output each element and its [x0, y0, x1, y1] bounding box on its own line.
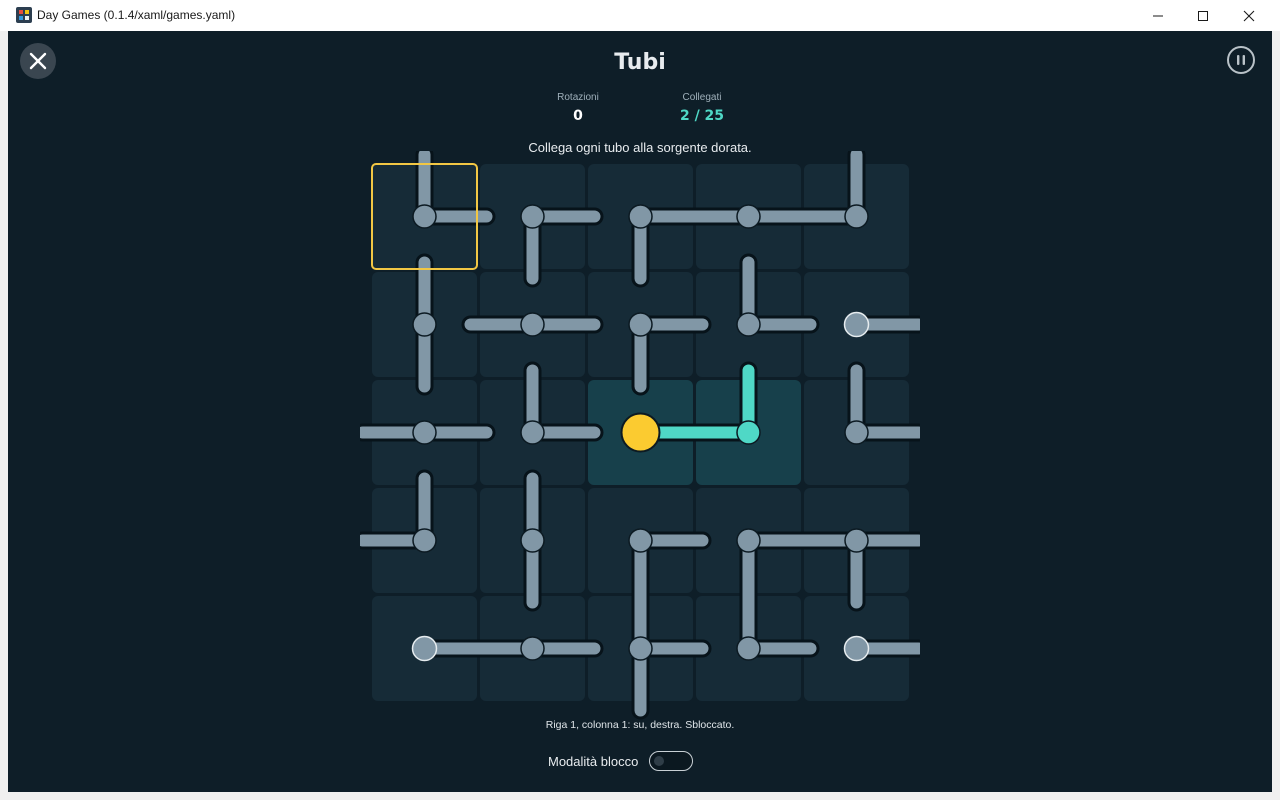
minimize-button[interactable]	[1135, 0, 1181, 31]
title-bar: Day Games (0.1.4/xaml/games.yaml)	[0, 0, 1280, 31]
golden-source	[620, 412, 661, 453]
minimize-icon	[1153, 15, 1163, 16]
toggle-knob	[654, 755, 665, 766]
pipe-hub	[520, 420, 545, 445]
pipe-hub	[736, 312, 761, 337]
pipe-hub	[736, 420, 761, 445]
window-title: Day Games (0.1.4/xaml/games.yaml)	[37, 8, 236, 22]
pipe-hub	[628, 204, 653, 229]
pipe-hub	[520, 528, 545, 553]
maximize-icon	[1198, 10, 1208, 21]
pipe-hub	[412, 420, 437, 445]
pipe-hub	[628, 636, 653, 661]
connected-label: Collegati	[682, 92, 722, 103]
pipe-endpoint	[411, 635, 438, 662]
pipe-hub	[520, 312, 545, 337]
pipe-endpoint	[843, 635, 870, 662]
game-area: Tubi Rotazioni 0 Collegati 2 / 25 Colleg…	[8, 31, 1272, 792]
pipe-hub	[736, 528, 761, 553]
rotations-stat: Rotazioni 0	[538, 92, 618, 124]
lock-mode-toggle[interactable]	[649, 751, 694, 771]
lock-mode-label: Modalità blocco	[548, 753, 639, 769]
close-window-button[interactable]	[1226, 0, 1272, 31]
pipe-board	[360, 151, 920, 720]
app-icon	[16, 7, 32, 23]
pipe-hub	[844, 204, 869, 229]
pipe-hub	[736, 204, 761, 229]
pipe-endpoint	[843, 311, 870, 338]
rotations-label: Rotazioni	[557, 92, 599, 103]
pipe-hub	[844, 420, 869, 445]
status-text: Riga 1, colonna 1: su, destra. Sbloccato…	[545, 719, 735, 731]
close-icon	[1243, 10, 1255, 21]
maximize-button[interactable]	[1180, 0, 1226, 31]
pause-icon	[1237, 55, 1245, 65]
connected-value: 2 / 25	[679, 108, 725, 124]
pipe-hub	[520, 204, 545, 229]
game-title: Tubi	[614, 50, 666, 75]
pipe-hub	[628, 312, 653, 337]
rotations-value: 0	[573, 108, 583, 124]
pipe-hub	[412, 528, 437, 553]
pipe-hub	[628, 528, 653, 553]
pause-button[interactable]	[1227, 46, 1255, 74]
pipe-hub	[520, 636, 545, 661]
pipe-hub	[736, 636, 761, 661]
connected-stat: Collegati 2 / 25	[662, 92, 742, 124]
pipe-hub	[844, 528, 869, 553]
pipe-hub	[412, 312, 437, 337]
lock-mode-row: Modalità blocco	[548, 751, 694, 771]
pipe-hub	[412, 204, 437, 229]
